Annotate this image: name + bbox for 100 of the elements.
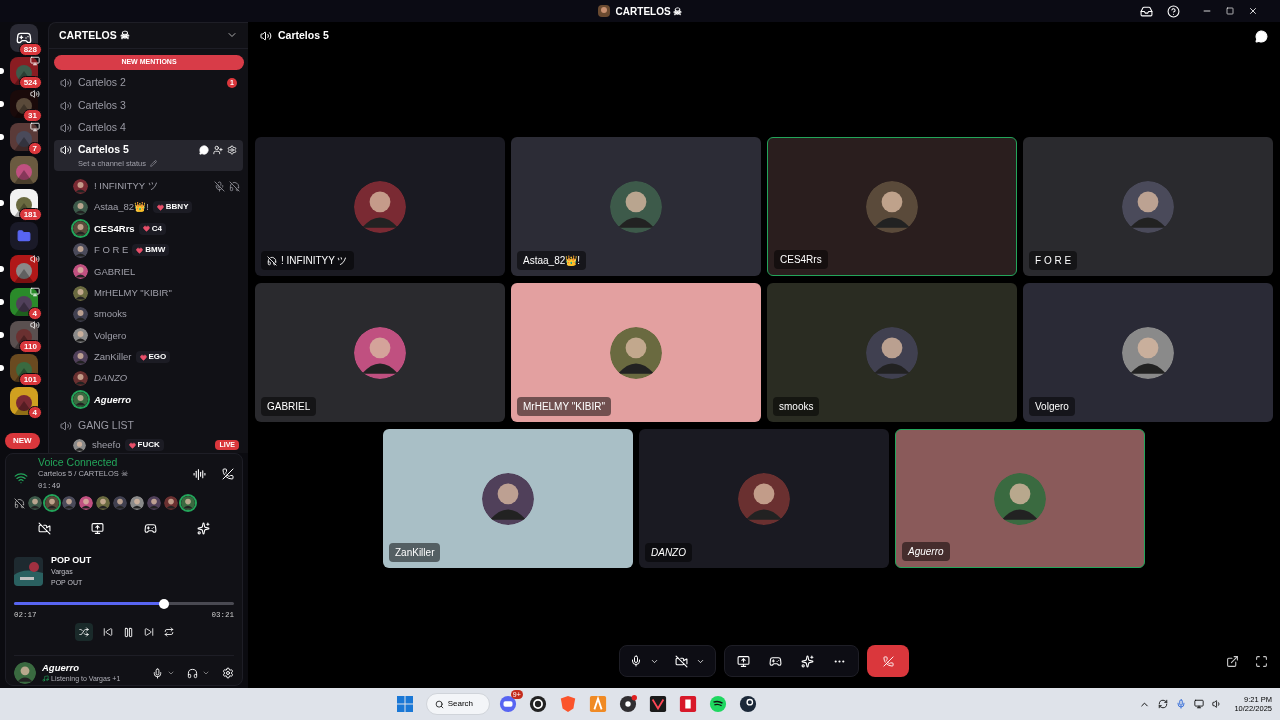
settings-icon[interactable]: [222, 667, 234, 680]
windows-icon[interactable]: [396, 696, 413, 712]
member-name[interactable]: CES4Rrs: [94, 221, 135, 236]
app-icon[interactable]: [649, 695, 668, 713]
headphones-icon[interactable]: [187, 667, 198, 679]
disconnect-icon[interactable]: [222, 468, 234, 480]
video-tile[interactable]: ! INFINITYY ツ: [255, 137, 505, 276]
avatar: [73, 371, 88, 387]
shuffle-button[interactable]: [74, 623, 93, 642]
member-name[interactable]: Aguerro: [94, 392, 131, 408]
video-tile[interactable]: Aguerro: [895, 429, 1145, 568]
activities-icon[interactable]: [769, 654, 782, 668]
channel-title: Cartelos 5: [278, 28, 329, 44]
invite-icon[interactable]: [213, 145, 223, 156]
avatar: [147, 496, 161, 510]
voice-channel[interactable]: Cartelos 3: [54, 94, 243, 117]
member-name[interactable]: smooks: [94, 307, 127, 322]
signal-icon[interactable]: [14, 471, 28, 485]
app-icon[interactable]: [529, 695, 548, 713]
avatar: [130, 496, 144, 510]
fullscreen-icon[interactable]: [1255, 654, 1268, 668]
avatar: [354, 326, 406, 379]
speaker-icon: [60, 122, 72, 135]
participant-name: GABRIEL: [261, 397, 317, 416]
noise-suppression-icon[interactable]: [193, 467, 206, 481]
screen-share-icon[interactable]: [737, 654, 750, 668]
server-icon[interactable]: [10, 288, 38, 316]
user-name[interactable]: Aguerro: [42, 662, 121, 674]
avatar: [73, 178, 88, 194]
help-icon[interactable]: [1167, 4, 1180, 18]
activities-icon[interactable]: [144, 522, 157, 535]
video-tile[interactable]: ZanKiller: [383, 429, 633, 568]
server-name[interactable]: CARTELOS ☠: [59, 27, 130, 44]
member-name[interactable]: ZanKiller: [94, 350, 132, 365]
pencil-icon[interactable]: [149, 160, 157, 168]
member-name[interactable]: sheefo: [92, 438, 121, 453]
app-icon[interactable]: [739, 695, 758, 713]
participant-name: F O R E: [1029, 251, 1078, 270]
server-icon[interactable]: [10, 387, 38, 415]
member-name[interactable]: DANZO: [94, 371, 128, 386]
member-name[interactable]: GABRIEL: [94, 264, 136, 279]
server-icon[interactable]: [10, 123, 38, 151]
avatar: [354, 180, 406, 233]
member-name[interactable]: ! INFINITYY ツ: [94, 178, 158, 194]
close-icon[interactable]: [1248, 6, 1258, 16]
soundboard-icon[interactable]: [801, 654, 814, 668]
unread-badge: 524: [18, 76, 42, 89]
video-tile[interactable]: smooks: [767, 283, 1017, 422]
video-tile[interactable]: MrHELMY "KIBIR": [511, 283, 761, 422]
maximize-icon[interactable]: [1226, 7, 1234, 15]
chat-icon[interactable]: [1255, 29, 1268, 43]
member-name[interactable]: F O R E: [94, 243, 129, 258]
shuffle-icon: [78, 627, 89, 638]
video-tile[interactable]: Volgero: [1023, 283, 1273, 422]
mic-icon[interactable]: [152, 667, 163, 679]
pop-out-icon[interactable]: [1226, 654, 1239, 668]
new-badge[interactable]: NEW: [5, 433, 40, 449]
avatar: [73, 392, 88, 408]
heart-icon: [136, 246, 144, 254]
avatar: [73, 221, 88, 237]
member-name[interactable]: MrHELMY "KIBIR": [94, 285, 172, 301]
disconnect-button[interactable]: [867, 645, 909, 677]
progress-thumb[interactable]: [158, 598, 169, 609]
unread-badge: 828: [18, 43, 42, 56]
avatar: [73, 285, 88, 301]
screen-share-icon[interactable]: [91, 522, 104, 535]
inbox-icon[interactable]: [1140, 4, 1153, 18]
camera-off-icon[interactable]: [38, 522, 51, 535]
voice-status[interactable]: Voice Connected: [38, 456, 128, 468]
camera-off-icon[interactable]: [675, 654, 688, 668]
previous-icon[interactable]: [102, 627, 113, 638]
channel-name: Cartelos 2: [78, 75, 126, 91]
video-tile[interactable]: Astaa_82👑!: [511, 137, 761, 276]
folder-icon[interactable]: [10, 222, 38, 250]
server-icon[interactable]: [10, 255, 38, 283]
avatar: [62, 496, 76, 510]
member-name[interactable]: Volgero: [94, 328, 127, 343]
settings-icon[interactable]: [227, 145, 237, 156]
volume-icon[interactable]: [1212, 699, 1223, 709]
video-tile[interactable]: DANZO: [639, 429, 889, 568]
network-icon[interactable]: [1194, 699, 1205, 709]
repeat-icon[interactable]: [163, 627, 174, 638]
avatar: [73, 306, 88, 322]
member-name[interactable]: Astaa_82👑!: [94, 200, 149, 215]
pause-icon[interactable]: [122, 626, 134, 638]
participant-name: MrHELMY "KIBIR": [517, 397, 611, 416]
channel-name[interactable]: GANG LIST: [78, 418, 134, 435]
home-icon[interactable]: [10, 24, 38, 52]
search-field[interactable]: Search: [425, 693, 490, 715]
mic-icon[interactable]: [630, 655, 642, 667]
video-tile[interactable]: F O R E: [1023, 137, 1273, 276]
app-icon[interactable]: [619, 695, 638, 713]
chat-icon[interactable]: [199, 145, 209, 156]
sync-icon[interactable]: [1158, 699, 1169, 709]
soundboard-icon[interactable]: [197, 522, 210, 535]
video-tile[interactable]: GABRIEL: [255, 283, 505, 422]
next-icon[interactable]: [143, 627, 154, 638]
app-icon[interactable]: [709, 695, 728, 713]
video-tile[interactable]: CES4Rrs: [767, 137, 1017, 276]
voice-channel[interactable]: Cartelos 4: [54, 116, 243, 140]
